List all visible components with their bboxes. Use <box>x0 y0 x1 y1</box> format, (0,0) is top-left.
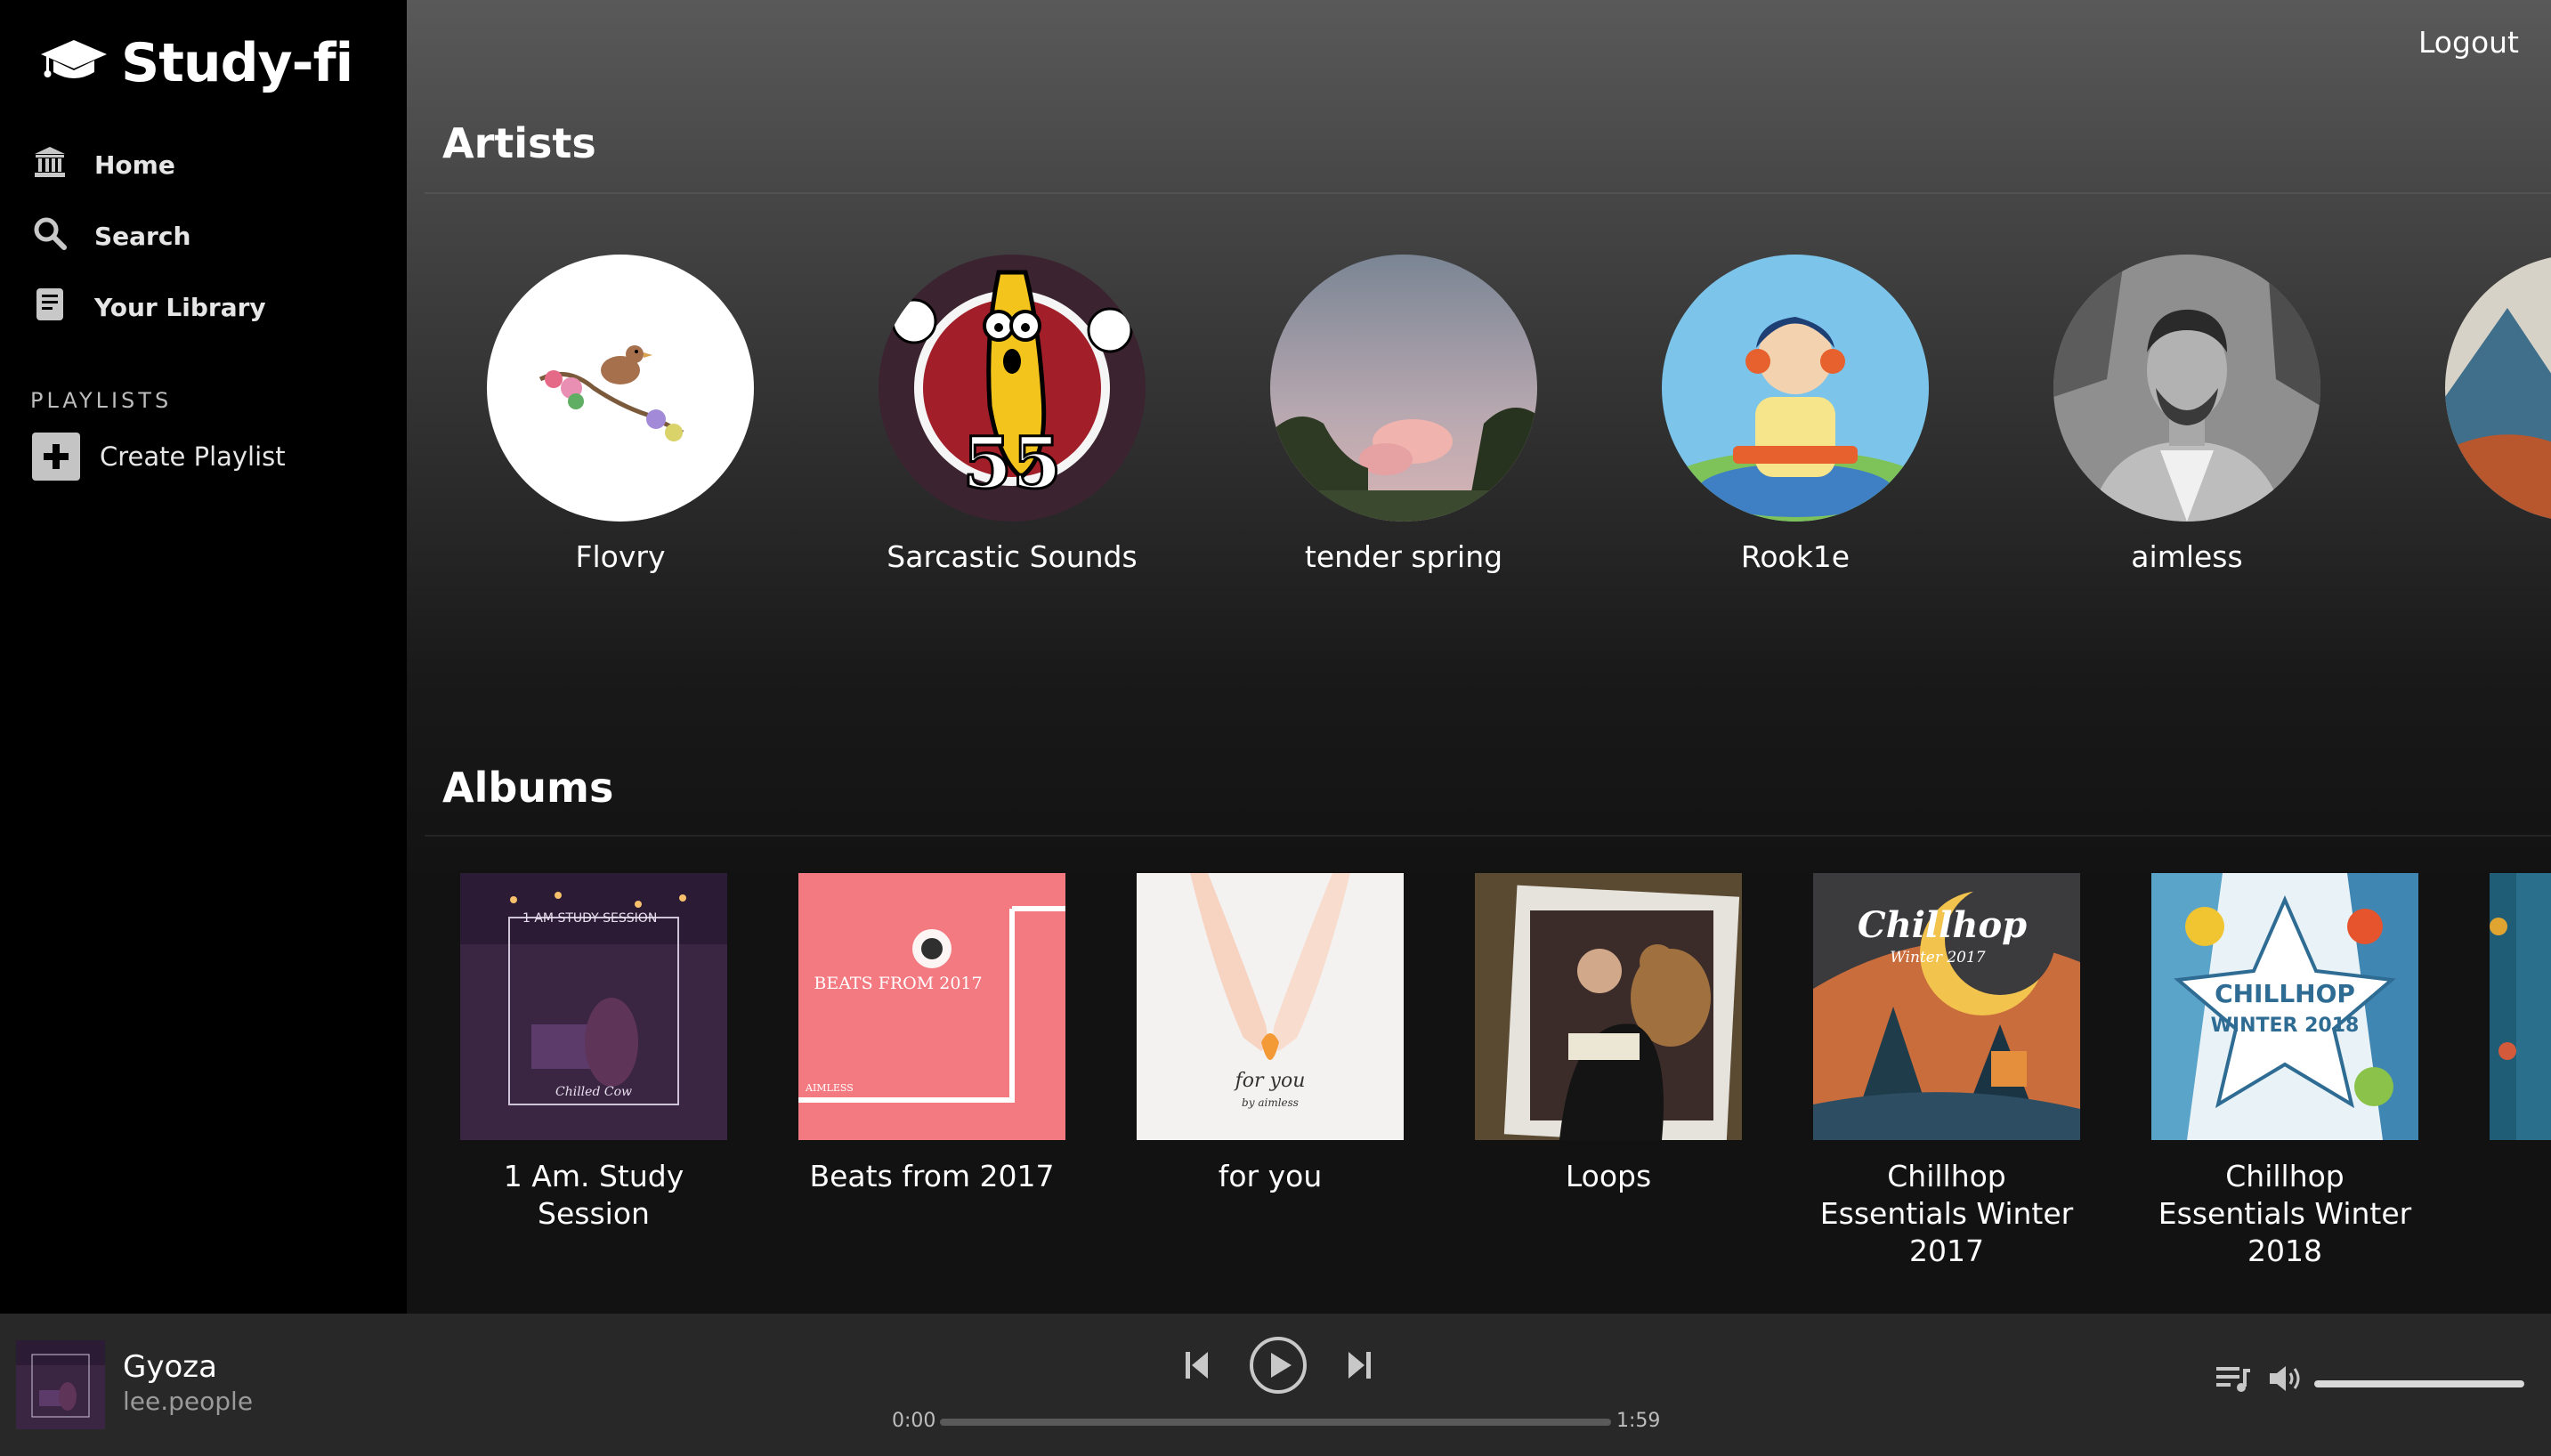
album-card[interactable]: for you by aimless for you <box>1137 873 1404 1195</box>
album-cover <box>2490 873 2551 1140</box>
artists-divider <box>425 192 2551 194</box>
albums-divider <box>425 835 2551 837</box>
progress-bar[interactable] <box>940 1419 1611 1426</box>
album-cover-subtext: WINTER 2018 <box>2211 1015 2360 1037</box>
artist-card[interactable]: tender spring <box>1270 255 1537 574</box>
skip-next-icon[interactable] <box>1346 1350 1373 1384</box>
artist-image: 55 <box>879 255 1146 522</box>
album-cover-text: 1 AM STUDY SESSION <box>522 911 657 926</box>
album-cover-text: BEATS FROM 2017 <box>814 974 982 993</box>
logout-button[interactable]: Logout <box>2418 25 2519 60</box>
album-card[interactable]: Loops <box>1475 873 1742 1195</box>
artist-image <box>487 255 754 522</box>
playlists-heading: PLAYLISTS <box>30 388 173 413</box>
play-icon[interactable] <box>1248 1335 1308 1399</box>
artist-name: aimless <box>2131 539 2243 574</box>
album-title: E <box>2490 1158 2551 1195</box>
time-total: 1:59 <box>1616 1410 1661 1432</box>
album-cover <box>1475 873 1742 1140</box>
sidebar: Study-fi Home Search Your Library PLAYLI… <box>0 0 407 1314</box>
now-playing-title[interactable]: Gyoza <box>123 1349 217 1385</box>
svg-text:55: 55 <box>962 421 1061 505</box>
app-logo[interactable]: Study-fi <box>39 32 353 94</box>
album-cover-text: Chillhop <box>1858 904 2027 946</box>
artist-name: Rook1e <box>1740 539 1850 574</box>
volume-slider[interactable] <box>2314 1380 2524 1387</box>
book-icon <box>32 287 68 328</box>
sidebar-item-home[interactable]: Home <box>32 144 175 186</box>
album-card[interactable]: Chillhop Winter 2017 Chillhop Essentials… <box>1813 873 2080 1270</box>
artist-card[interactable]: A <box>2445 255 2551 574</box>
album-cover-subtext: AIMLESS <box>805 1082 854 1094</box>
sidebar-item-search[interactable]: Search <box>32 215 190 257</box>
album-cover-text: CHILLHOP <box>2215 979 2355 1008</box>
player-bar: Gyoza lee.people 0:00 1:59 <box>0 1314 2551 1456</box>
plus-icon <box>32 433 80 481</box>
album-cover: Chillhop Winter 2017 <box>1813 873 2080 1140</box>
create-playlist-label: Create Playlist <box>100 441 286 472</box>
album-title: Chillhop Essentials Winter 2017 <box>1819 1159 2074 1268</box>
albums-heading: Albums <box>442 764 614 812</box>
album-cover: for you by aimless <box>1137 873 1404 1140</box>
skip-previous-icon[interactable] <box>1184 1350 1211 1384</box>
album-cover-subtext: Winter 2017 <box>1890 949 1985 967</box>
album-cover-subtext: Chilled Cow <box>555 1085 632 1099</box>
volume-icon[interactable] <box>2268 1363 2305 1397</box>
album-card[interactable]: BEATS FROM 2017 AIMLESS Beats from 2017 <box>798 873 1065 1195</box>
album-cover: BEATS FROM 2017 AIMLESS <box>798 873 1065 1140</box>
artist-image <box>1270 255 1537 522</box>
graduation-cap-icon <box>39 38 109 88</box>
artist-card[interactable]: 55 Sarcastic Sounds <box>879 255 1146 574</box>
album-cover-text: for you <box>1234 1070 1306 1092</box>
artist-name: A <box>2445 539 2551 574</box>
album-card[interactable]: CHILLHOP WINTER 2018 Chillhop Essentials… <box>2151 873 2418 1270</box>
album-card[interactable]: 1 AM STUDY SESSION Chilled Cow 1 Am. Stu… <box>460 873 727 1233</box>
bank-icon <box>32 144 68 186</box>
album-title: Loops <box>1565 1159 1652 1193</box>
artist-name: Sarcastic Sounds <box>887 539 1138 574</box>
album-cover: CHILLHOP WINTER 2018 <box>2151 873 2418 1140</box>
queue-icon[interactable] <box>2215 1363 2252 1397</box>
album-cover: 1 AM STUDY SESSION Chilled Cow <box>460 873 727 1140</box>
artist-image <box>2445 255 2551 522</box>
artist-name: tender spring <box>1304 539 1503 574</box>
playback-controls <box>1184 1335 1373 1399</box>
artist-name: Flovry <box>575 539 666 574</box>
app-title: Study-fi <box>121 32 353 94</box>
now-playing-artist[interactable]: lee.people <box>123 1387 253 1416</box>
album-card[interactable]: E <box>2490 873 2551 1195</box>
artist-card[interactable]: Flovry <box>487 255 754 574</box>
sidebar-item-label: Home <box>94 150 175 180</box>
time-current: 0:00 <box>892 1410 936 1432</box>
album-title: Beats from 2017 <box>809 1159 1055 1193</box>
artist-image <box>1662 255 1929 522</box>
artist-image <box>2053 255 2320 522</box>
sidebar-item-label: Search <box>94 222 191 251</box>
album-title: 1 Am. Study Session <box>503 1159 684 1231</box>
main-content[interactable]: Logout Artists Flovry 55 Sarcastic Sound… <box>407 0 2551 1314</box>
album-title: Chillhop Essentials Winter 2018 <box>2158 1159 2412 1268</box>
search-icon <box>32 215 68 257</box>
artist-card[interactable]: Rook1e <box>1662 255 1929 574</box>
artist-card[interactable]: aimless <box>2053 255 2320 574</box>
artists-heading: Artists <box>442 119 596 167</box>
app-window: Study-fi Home Search Your Library PLAYLI… <box>0 0 2551 1456</box>
now-playing-cover[interactable] <box>16 1340 105 1429</box>
sidebar-item-label: Your Library <box>94 293 266 322</box>
album-cover-subtext: by aimless <box>1242 1096 1299 1109</box>
sidebar-item-library[interactable]: Your Library <box>32 287 266 328</box>
create-playlist-button[interactable]: Create Playlist <box>32 433 286 481</box>
album-title: for you <box>1218 1159 1323 1193</box>
